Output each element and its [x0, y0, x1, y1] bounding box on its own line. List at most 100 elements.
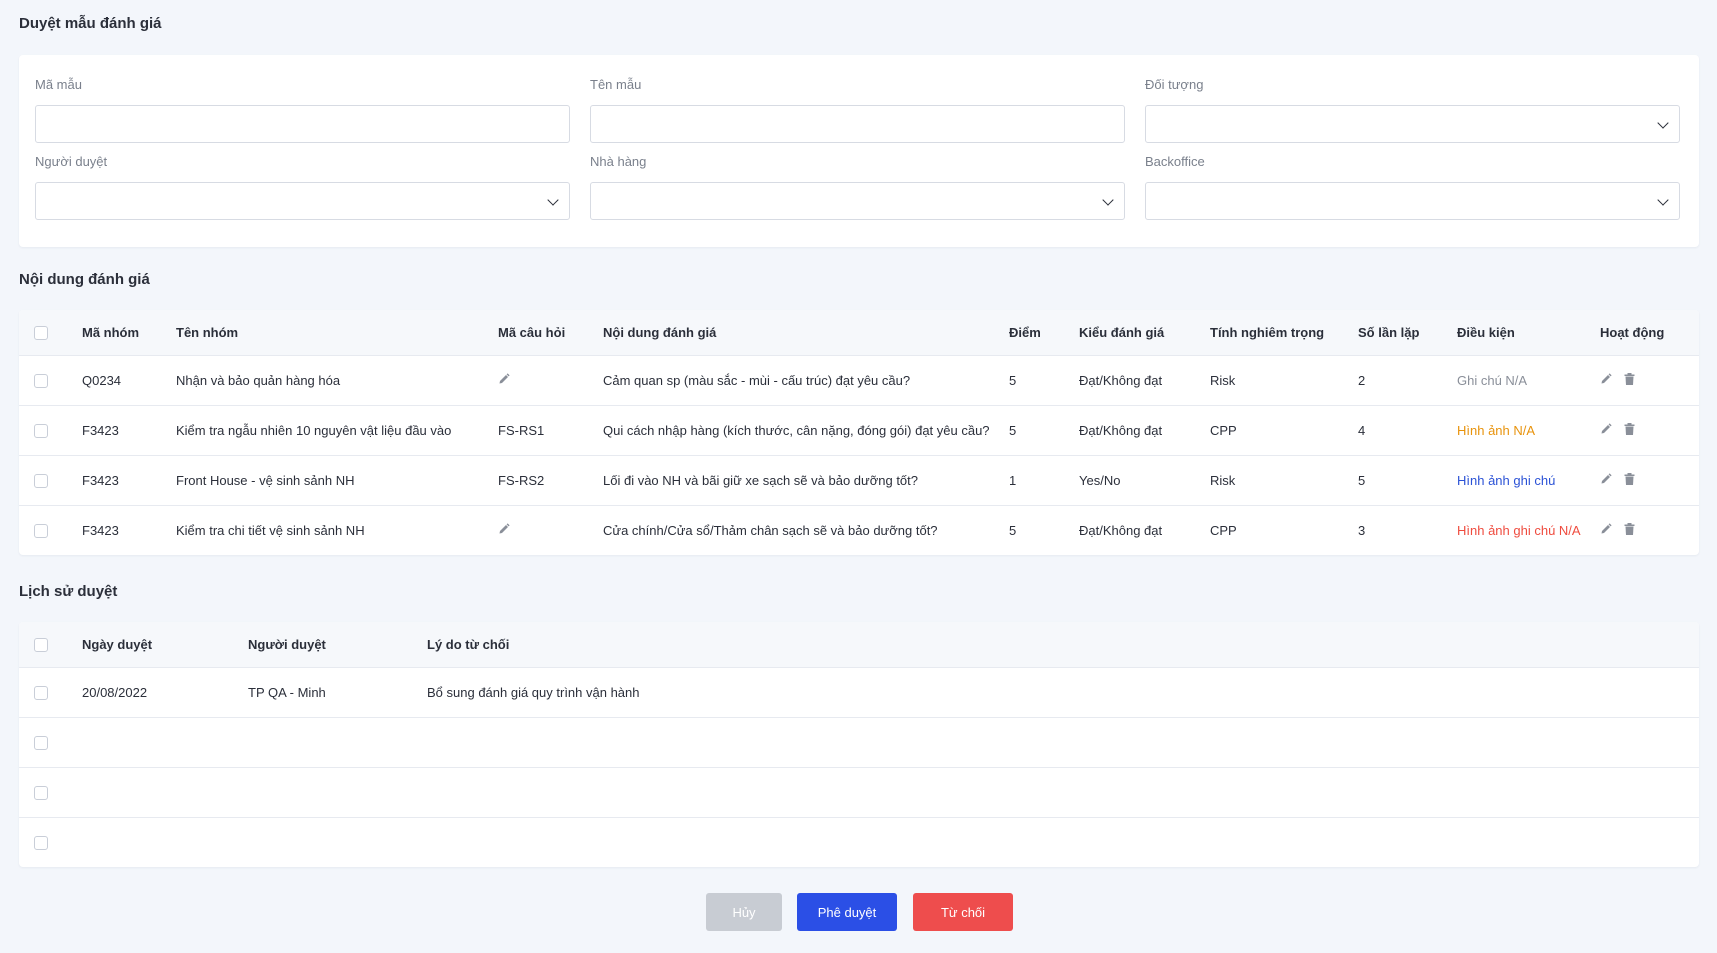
template-name-field: Tên mẫu — [590, 77, 1125, 143]
table-row: F3423 Kiểm tra chi tiết vệ sinh sảnh NH Cử… — [19, 504, 1699, 555]
row-checkbox[interactable] — [34, 373, 48, 388]
col-header: Điểm — [1009, 324, 1041, 340]
backoffice-label: Backoffice — [1145, 154, 1205, 169]
repeat-count: 3 — [1358, 504, 1457, 555]
trash-icon[interactable] — [1624, 423, 1635, 438]
table-row — [19, 716, 1699, 767]
row-checkbox[interactable] — [34, 524, 48, 539]
page-title: Duyệt mẫu đánh giá — [19, 15, 162, 32]
condition: Hình ảnh ghi chú — [1457, 454, 1600, 505]
score: 1 — [1009, 454, 1079, 505]
target-field: Đối tượng — [1145, 77, 1680, 143]
group-code: F3423 — [82, 404, 176, 455]
pencil-icon[interactable] — [1600, 423, 1612, 438]
question-code: FS-RS1 — [498, 404, 603, 455]
condition: Hình ảnh N/A — [1457, 404, 1600, 455]
table-row: 20/08/2022 TP QA - Minh Bổ sung đánh giá q… — [19, 666, 1699, 717]
eval-type: Yes/No — [1079, 454, 1210, 505]
group-name: Kiểm tra ngẫu nhiên 10 nguyên vật liệu đ… — [176, 404, 498, 455]
approver-name — [248, 716, 427, 767]
severity: CPP — [1210, 404, 1358, 455]
history-section-title: Lịch sử duyệt — [19, 583, 118, 600]
group-name: Kiểm tra chi tiết vệ sinh sảnh NH — [176, 504, 498, 555]
history-table: Ngày duyệt Người duyệt Lý do từ chối 20/… — [19, 622, 1699, 867]
chevron-down-icon — [1657, 117, 1669, 129]
trash-icon[interactable] — [1624, 523, 1635, 538]
group-name: Nhận và bảo quản hàng hóa — [176, 354, 498, 405]
chevron-down-icon — [1102, 194, 1114, 206]
repeat-count: 5 — [1358, 454, 1457, 505]
col-header: Kiểu đánh giá — [1079, 324, 1165, 340]
condition: Hình ảnh ghi chú N/A — [1457, 504, 1600, 555]
pencil-icon[interactable] — [498, 523, 510, 538]
table-row — [19, 766, 1699, 817]
approver-name: TP QA - Minh — [248, 666, 427, 717]
history-table-card: Ngày duyệt Người duyệt Lý do từ chối 20/… — [19, 622, 1699, 867]
select-all-checkbox[interactable] — [34, 326, 48, 341]
col-header: Lý do từ chối — [427, 636, 510, 652]
row-checkbox[interactable] — [34, 685, 48, 700]
group-code: Q0234 — [82, 354, 176, 405]
severity: Risk — [1210, 454, 1358, 505]
restaurant-select[interactable] — [590, 182, 1125, 220]
condition: Ghi chú N/A — [1457, 354, 1600, 405]
col-header: Mã câu hỏi — [498, 324, 566, 340]
approve-button[interactable]: Phê duyệt — [797, 893, 897, 931]
approver-field: Người duyệt — [35, 154, 570, 220]
pencil-icon[interactable] — [1600, 373, 1612, 388]
target-select[interactable] — [1145, 105, 1680, 143]
col-header: Mã nhóm — [82, 324, 140, 340]
backoffice-select[interactable] — [1145, 182, 1680, 220]
table-row: F3423 Front House - vệ sinh sảnh NH FS-RS2… — [19, 454, 1699, 505]
eval-content: Lối đi vào NH và bãi giữ xe sạch sẽ và b… — [603, 454, 1009, 505]
score: 5 — [1009, 504, 1079, 555]
reject-button[interactable]: Từ chối — [913, 893, 1013, 931]
row-checkbox[interactable] — [34, 423, 48, 438]
cancel-button[interactable]: Hủy — [706, 893, 782, 931]
chevron-down-icon — [1657, 194, 1669, 206]
backoffice-field: Backoffice — [1145, 154, 1680, 220]
reject-reason — [427, 766, 1699, 817]
group-code: F3423 — [82, 454, 176, 505]
template-name-input[interactable] — [591, 106, 1124, 142]
score: 5 — [1009, 354, 1079, 405]
content-table: Mã nhóm Tên nhóm Mã câu hỏi Nội dung đán… — [19, 310, 1699, 555]
reject-reason — [427, 816, 1699, 867]
eval-content: Qui cách nhập hàng (kích thước, cân nặng… — [603, 404, 1009, 455]
pencil-icon[interactable] — [1600, 523, 1612, 538]
question-code: FS-RS2 — [498, 454, 603, 505]
approval-date — [82, 716, 248, 767]
col-header: Điều kiện — [1457, 324, 1515, 340]
row-checkbox[interactable] — [34, 836, 48, 851]
repeat-count: 2 — [1358, 354, 1457, 405]
approver-name — [248, 766, 427, 817]
approver-select[interactable] — [35, 182, 570, 220]
trash-icon[interactable] — [1624, 473, 1635, 488]
score: 5 — [1009, 404, 1079, 455]
approval-date — [82, 816, 248, 867]
row-checkbox[interactable] — [34, 735, 48, 750]
template-code-input-box — [35, 105, 570, 143]
col-header: Số lần lặp — [1358, 324, 1420, 340]
reject-reason: Bổ sung đánh giá quy trình vận hành — [427, 666, 1699, 717]
col-header: Ngày duyệt — [82, 636, 153, 652]
eval-type: Đạt/Không đạt — [1079, 504, 1210, 555]
group-name: Front House - vệ sinh sảnh NH — [176, 454, 498, 505]
eval-type: Đạt/Không đạt — [1079, 404, 1210, 455]
col-header: Nội dung đánh giá — [603, 324, 717, 340]
col-header: Tính nghiêm trọng — [1210, 324, 1325, 340]
pencil-icon[interactable] — [498, 373, 510, 388]
template-code-field: Mã mẫu — [35, 77, 570, 143]
template-code-input[interactable] — [36, 106, 569, 142]
history-select-all-checkbox[interactable] — [34, 638, 48, 653]
row-checkbox[interactable] — [34, 785, 48, 800]
pencil-icon[interactable] — [1600, 473, 1612, 488]
table-row — [19, 816, 1699, 867]
row-checkbox[interactable] — [34, 473, 48, 488]
trash-icon[interactable] — [1624, 373, 1635, 388]
restaurant-field: Nhà hàng — [590, 154, 1125, 220]
reject-reason — [427, 716, 1699, 767]
approver-label: Người duyệt — [35, 154, 108, 169]
col-header: Người duyệt — [248, 636, 326, 652]
content-section-title: Nội dung đánh giá — [19, 271, 150, 288]
